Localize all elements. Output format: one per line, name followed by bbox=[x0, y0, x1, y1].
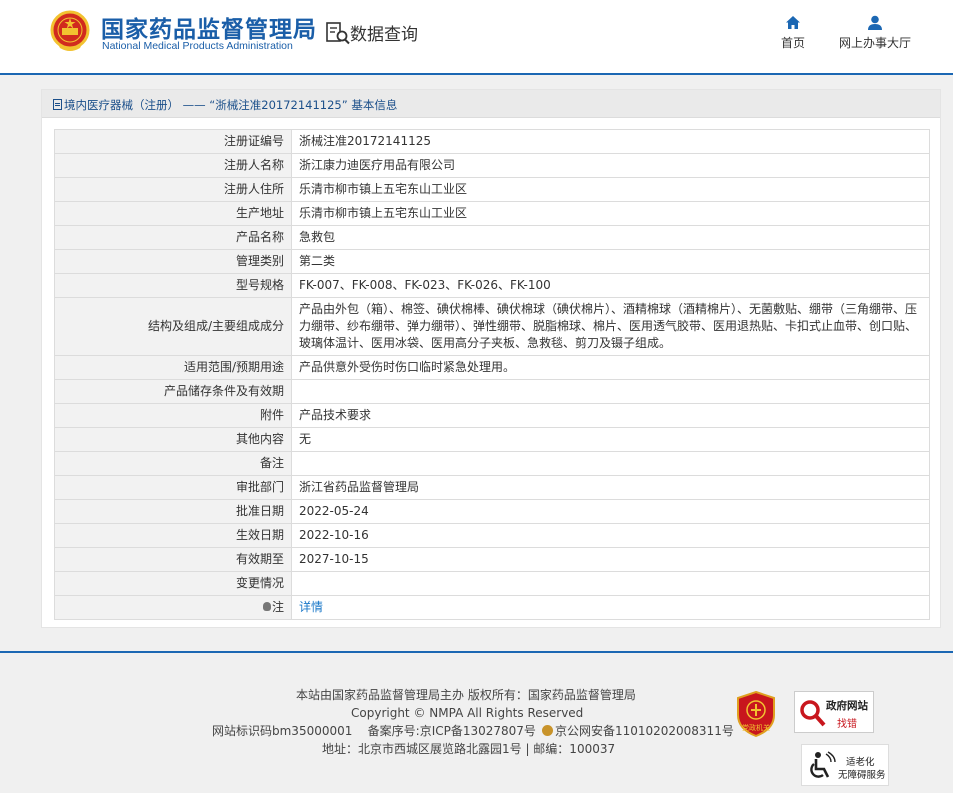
field-value: FK-007、FK-008、FK-023、FK-026、FK-100 bbox=[291, 273, 930, 298]
field-value: 浙江康力迪医疗用品有限公司 bbox=[291, 153, 930, 178]
party-government-badge[interactable]: 党政机关 bbox=[736, 691, 776, 737]
table-row: 适用范围/预期用途 产品供意外受伤时伤口临时紧急处理用。 bbox=[54, 355, 930, 380]
footer-address: 地址：北京市西城区展览路北露园1号 | 邮编：100037 bbox=[322, 742, 616, 756]
breadcrumb: 境内医疗器械（注册） —— “浙械注准20172141125” 基本信息 bbox=[53, 97, 397, 113]
field-label: 适用范围/预期用途 bbox=[54, 355, 292, 380]
field-value: 产品由外包（箱）、棉签、碘伏棉棒、碘伏棉球（碘伏棉片）、酒精棉球（酒精棉片）、无… bbox=[291, 297, 930, 356]
field-label: 型号规格 bbox=[54, 273, 292, 298]
field-label: 产品名称 bbox=[54, 225, 292, 250]
field-value: 浙江省药品监督管理局 bbox=[291, 475, 930, 500]
footer-police-link[interactable]: 京公网安备11010202008311号 bbox=[555, 724, 734, 738]
nav-home-link[interactable]: 首页 bbox=[778, 15, 808, 51]
table-row: 产品储存条件及有效期 bbox=[54, 379, 930, 404]
document-search-icon[interactable] bbox=[325, 21, 351, 45]
field-label: 变更情况 bbox=[54, 571, 292, 596]
nav-home-label: 首页 bbox=[780, 36, 805, 50]
table-row: 变更情况 bbox=[54, 571, 930, 596]
registration-info-table: 注册证编号 浙械注准20172141125 注册人名称 浙江康力迪医疗用品有限公司 注册… bbox=[54, 129, 930, 620]
field-label: 结构及组成/主要组成成分 bbox=[54, 297, 292, 356]
field-label: 管理类别 bbox=[54, 249, 292, 274]
field-label: 注册证编号 bbox=[54, 129, 292, 154]
nav-online-hall-link[interactable]: 网上办事大厅 bbox=[836, 15, 914, 51]
field-label: 生产地址 bbox=[54, 201, 292, 226]
detail-panel: 境内医疗器械（注册） —— “浙械注准20172141125” 基本信息 注册证… bbox=[41, 89, 941, 628]
field-value: 2022-10-16 bbox=[291, 523, 930, 548]
site-header: 国家药品监督管理局 National Medical Products Admi… bbox=[0, 0, 953, 75]
gov-badge-title: 政府网站 bbox=[826, 700, 868, 712]
table-row: 备注 bbox=[54, 451, 930, 476]
field-label: 生效日期 bbox=[54, 523, 292, 548]
table-row: 批准日期 2022-05-24 bbox=[54, 499, 930, 524]
table-row: 附件 产品技术要求 bbox=[54, 403, 930, 428]
table-row: 型号规格 FK-007、FK-008、FK-023、FK-026、FK-100 bbox=[54, 273, 930, 298]
home-icon bbox=[786, 16, 800, 29]
site-footer: 本站由国家药品监督管理局主办 版权所有：国家药品监督管理局 Copyright … bbox=[0, 651, 953, 793]
user-icon bbox=[868, 15, 882, 30]
details-link[interactable]: 详情 bbox=[299, 600, 323, 614]
table-row-note: 注 详情 bbox=[54, 595, 930, 620]
field-value bbox=[291, 571, 930, 596]
field-label: 其他内容 bbox=[54, 427, 292, 452]
table-row: 结构及组成/主要组成成分 产品由外包（箱）、棉签、碘伏棉棒、碘伏棉球（碘伏棉片）、… bbox=[54, 297, 930, 356]
table-row: 生产地址 乐清市柳市镇上五宅东山工业区 bbox=[54, 201, 930, 226]
table-row: 管理类别 第二类 bbox=[54, 249, 930, 274]
footer-icp-link[interactable]: 备案序号:京ICP备13027807号 bbox=[368, 724, 536, 738]
accessibility-badge-line2: 无障碍服务 bbox=[838, 770, 886, 781]
field-value: 无 bbox=[291, 427, 930, 452]
nav-online-hall-label: 网上办事大厅 bbox=[838, 36, 911, 50]
gov-error-report-badge[interactable]: 政府网站 找错 bbox=[794, 691, 874, 733]
breadcrumb-text: 境内医疗器械（注册） —— “浙械注准20172141125” 基本信息 bbox=[64, 98, 398, 112]
field-value: 产品供意外受伤时伤口临时紧急处理用。 bbox=[291, 355, 930, 380]
footer-copyright: Copyright © NMPA All Rights Reserved bbox=[351, 706, 584, 720]
table-row: 注册人住所 乐清市柳市镇上五宅东山工业区 bbox=[54, 177, 930, 202]
accessibility-badge-line1: 适老化 bbox=[846, 757, 875, 768]
field-value bbox=[291, 451, 930, 476]
note-value: 详情 bbox=[291, 595, 930, 620]
gov-badge-subtitle: 找错 bbox=[837, 719, 857, 730]
accessibility-badge[interactable]: 适老化 无障碍服务 bbox=[801, 744, 889, 786]
footer-site-id: 网站标识码bm35000001 bbox=[212, 724, 353, 738]
footer-sponsor-text: 本站由国家药品监督管理局主办 版权所有：国家药品监督管理局 bbox=[296, 688, 636, 702]
site-logo-title[interactable]: 国家药品监督管理局 bbox=[101, 10, 317, 44]
field-value: 浙械注准20172141125 bbox=[291, 129, 930, 154]
field-label: 注册人住所 bbox=[54, 177, 292, 202]
field-value: 产品技术要求 bbox=[291, 403, 930, 428]
field-value: 2022-05-24 bbox=[291, 499, 930, 524]
table-row: 产品名称 急救包 bbox=[54, 225, 930, 250]
field-value: 2027-10-15 bbox=[291, 547, 930, 572]
table-row: 有效期至 2027-10-15 bbox=[54, 547, 930, 572]
table-row: 注册证编号 浙械注准20172141125 bbox=[54, 129, 930, 154]
field-label: 注册人名称 bbox=[54, 153, 292, 178]
field-label: 有效期至 bbox=[54, 547, 292, 572]
field-value bbox=[291, 379, 930, 404]
field-value: 第二类 bbox=[291, 249, 930, 274]
field-label: 附件 bbox=[54, 403, 292, 428]
note-key: 注 bbox=[54, 595, 292, 620]
national-emblem-icon bbox=[50, 10, 90, 51]
table-row: 注册人名称 浙江康力迪医疗用品有限公司 bbox=[54, 153, 930, 178]
accessibility-icon bbox=[810, 751, 836, 778]
footer-records: 网站标识码bm35000001 备案序号:京ICP备13027807号 京公网安备… bbox=[212, 722, 734, 740]
field-label: 审批部门 bbox=[54, 475, 292, 500]
field-label: 产品储存条件及有效期 bbox=[54, 379, 292, 404]
field-value: 乐清市柳市镇上五宅东山工业区 bbox=[291, 177, 930, 202]
site-logo-subtitle[interactable]: National Medical Products Administration bbox=[102, 40, 293, 52]
magnifier-icon bbox=[800, 700, 826, 727]
field-label: 备注 bbox=[54, 451, 292, 476]
lightbulb-icon bbox=[262, 602, 271, 611]
police-badge-icon bbox=[541, 725, 553, 736]
table-row: 审批部门 浙江省药品监督管理局 bbox=[54, 475, 930, 500]
document-icon bbox=[53, 99, 62, 110]
data-query-label[interactable]: 数据查询 bbox=[350, 20, 418, 45]
table-row: 其他内容无 bbox=[54, 427, 930, 452]
breadcrumb-bar: 境内医疗器械（注册） —— “浙械注准20172141125” 基本信息 bbox=[42, 90, 940, 118]
field-value: 乐清市柳市镇上五宅东山工业区 bbox=[291, 201, 930, 226]
party-badge-text: 党政机关 bbox=[742, 723, 770, 732]
table-row: 生效日期 2022-10-16 bbox=[54, 523, 930, 548]
field-value: 急救包 bbox=[291, 225, 930, 250]
field-label: 批准日期 bbox=[54, 499, 292, 524]
